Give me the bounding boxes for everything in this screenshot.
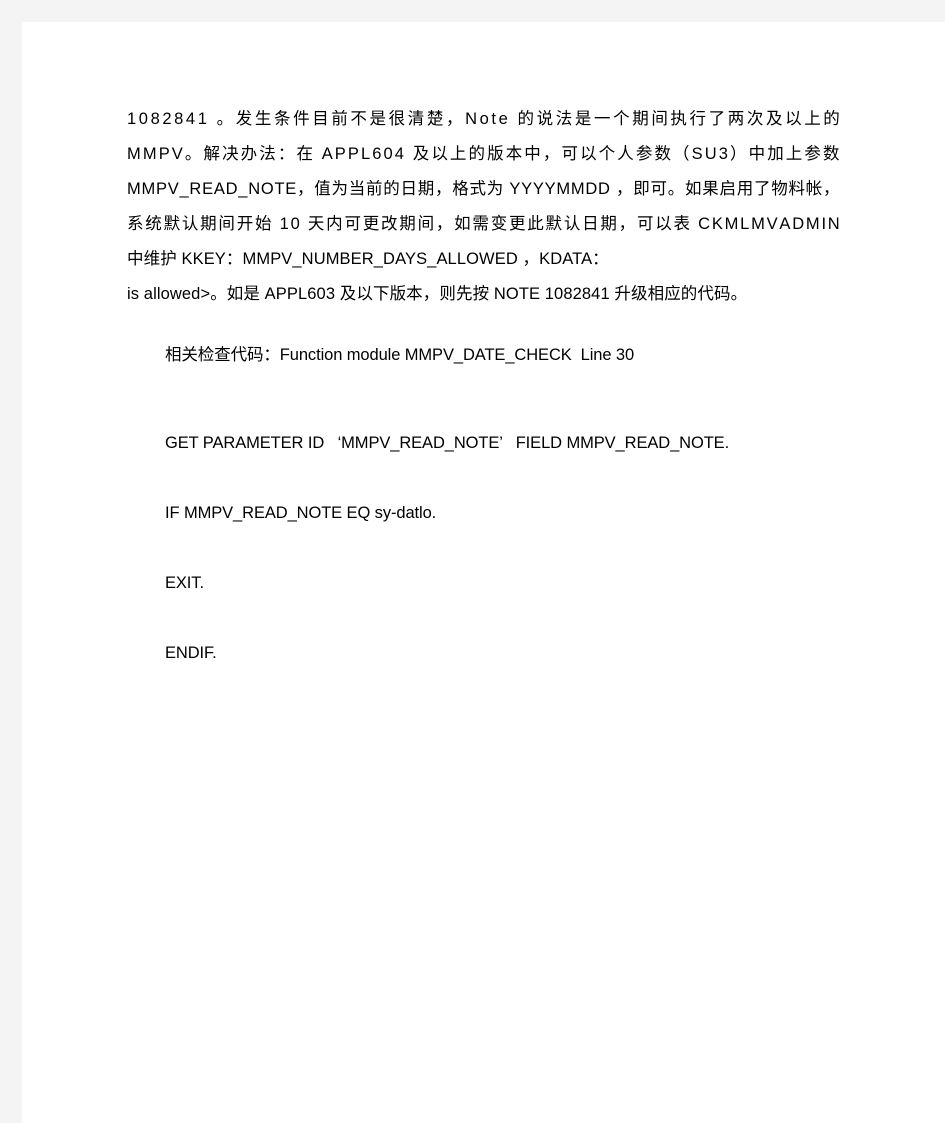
code-line: GET PARAMETER ID ‘MMPV_READ_NOTE’ FIELD …: [165, 434, 730, 452]
code-line: IF MMPV_READ_NOTE EQ sy-datlo.: [165, 504, 437, 522]
paragraph-line: 中维护 KKEY：MMPV_NUMBER_DAYS_ALLOWED ，KDATA…: [127, 250, 609, 268]
code-line: EXIT.: [165, 574, 204, 592]
paragraph-line: M M P V _ R E A D _ N O T E，值为当前的日期，格式为 YYYYMMDD ，即可。…: [127, 180, 840, 198]
code-block: 相关检查代码：Function module MMPV_DATE_CHECK L…: [127, 338, 840, 688]
body-paragraph: 1082841 。发生条件目前不是很清楚， No t e 的说法是一个期间执行了两次及…: [127, 102, 840, 312]
document-page: 1082841 。发生条件目前不是很清楚， No t e 的说法是一个期间执行了两次及…: [22, 22, 945, 1123]
paragraph-line: 1082841 。发生条件目前不是很清楚， No t e 的说法是一个期间执行了两次及…: [127, 110, 840, 128]
paragraph-line: 系统默认期间开始 10 天内可更改期间，如需变更此默认日期，可以表 CKMLMV…: [127, 215, 840, 233]
code-line: ENDIF.: [165, 644, 217, 662]
document-content: 1082841 。发生条件目前不是很清楚， No t e 的说法是一个期间执行了两次及…: [127, 102, 840, 688]
paragraph-line: is allowed>。如是 APPL603 及以下版本，则先按 NOTE 10…: [127, 285, 748, 303]
paragraph-line: M M P V。解决办法：在 APPL604 及以上的版本中，可以个人参数（S U 3）中…: [127, 145, 840, 163]
code-line: 相关检查代码：Function module MMPV_DATE_CHECK L…: [165, 346, 635, 364]
